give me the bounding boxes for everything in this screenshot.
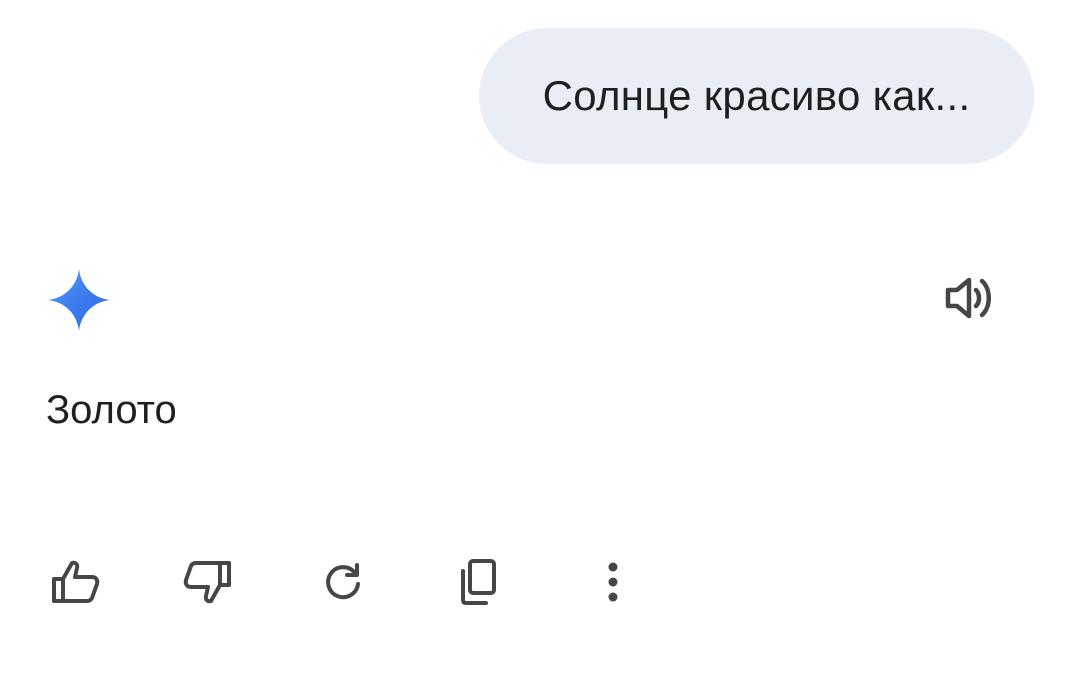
- copy-icon: [454, 557, 500, 607]
- assistant-response-text: Золото: [46, 388, 177, 432]
- thumbs-down-icon: [181, 557, 235, 607]
- speaker-icon: [940, 273, 996, 328]
- thumbs-down-button[interactable]: [178, 552, 238, 612]
- regenerate-icon: [320, 559, 366, 605]
- more-options-button[interactable]: [583, 552, 643, 612]
- more-vert-icon: [603, 559, 623, 605]
- response-action-bar: [0, 552, 700, 612]
- copy-button[interactable]: [447, 552, 507, 612]
- thumbs-up-icon: [48, 557, 102, 607]
- regenerate-button[interactable]: [313, 552, 373, 612]
- user-message-text: Солнце красиво как...: [542, 72, 971, 119]
- read-aloud-button[interactable]: [936, 272, 1000, 328]
- user-message-bubble[interactable]: Солнце красиво как...: [479, 28, 1034, 164]
- gemini-spark-icon: [47, 268, 111, 332]
- thumbs-up-button[interactable]: [45, 552, 105, 612]
